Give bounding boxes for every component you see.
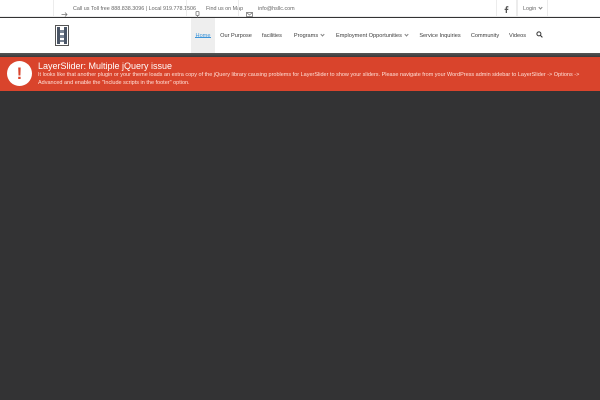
login-dropdown[interactable]: Login	[517, 0, 548, 17]
slider-area	[0, 91, 600, 400]
email-link[interactable]: info@hsllc.com	[238, 0, 300, 17]
nav-item-our-purpose[interactable]: Our Purpose	[217, 18, 255, 53]
site-header: Home Our Purpose facilities Programs Emp…	[0, 18, 600, 53]
nav-item-videos[interactable]: Videos	[506, 18, 529, 53]
top-bar: Call us Toll free 888.838.3096 | Local 9…	[0, 0, 600, 18]
alert-title: LayerSlider: Multiple jQuery issue	[38, 61, 173, 71]
nav-item-label[interactable]: Videos	[509, 33, 526, 39]
chevron-down-icon	[404, 32, 409, 37]
nav-item-label[interactable]: Service Inquiries	[419, 33, 460, 39]
search-icon[interactable]	[535, 31, 543, 40]
nav-item-programs[interactable]: Programs	[290, 18, 328, 53]
arrow-right-icon	[61, 5, 68, 17]
nav-item-service-inquiries[interactable]: Service Inquiries	[416, 18, 464, 53]
email-text[interactable]: info@hsllc.com	[258, 6, 295, 12]
layerslider-alert: ! LayerSlider: Multiple jQuery issue It …	[0, 57, 600, 91]
envelope-icon	[246, 5, 253, 17]
nav-item-employment-opportunities[interactable]: Employment Opportunities	[332, 18, 412, 53]
map-pin-icon	[194, 5, 201, 18]
login-label[interactable]: Login	[523, 6, 536, 12]
nav-item-home[interactable]: Home	[191, 18, 215, 53]
phone-contact: Call us Toll free 888.838.3096 | Local 9…	[53, 0, 196, 17]
nav-item-facilities[interactable]: facilities	[258, 18, 286, 53]
phone-text: Call us Toll free 888.838.3096 | Local 9…	[73, 5, 196, 12]
map-link[interactable]: Find us on Map	[186, 0, 243, 18]
alert-message: It looks like that another plugin or you…	[38, 72, 580, 86]
chevron-down-icon	[320, 32, 325, 37]
facebook-icon[interactable]	[504, 0, 509, 18]
nav-item-label[interactable]: Our Purpose	[220, 33, 252, 39]
nav-item-label[interactable]: Employment Opportunities	[336, 33, 402, 39]
search-button[interactable]	[532, 18, 546, 53]
nav-item-label[interactable]: Community	[471, 33, 499, 39]
site-logo[interactable]	[55, 25, 69, 46]
active-indicator	[195, 37, 211, 38]
nav-item-label[interactable]: facilities	[262, 33, 282, 39]
chevron-down-icon	[538, 5, 543, 10]
facebook-link[interactable]	[496, 0, 517, 17]
exclamation-icon: !	[7, 61, 32, 86]
nav-item-community[interactable]: Community	[467, 18, 503, 53]
nav-item-label[interactable]: Programs	[294, 33, 318, 39]
